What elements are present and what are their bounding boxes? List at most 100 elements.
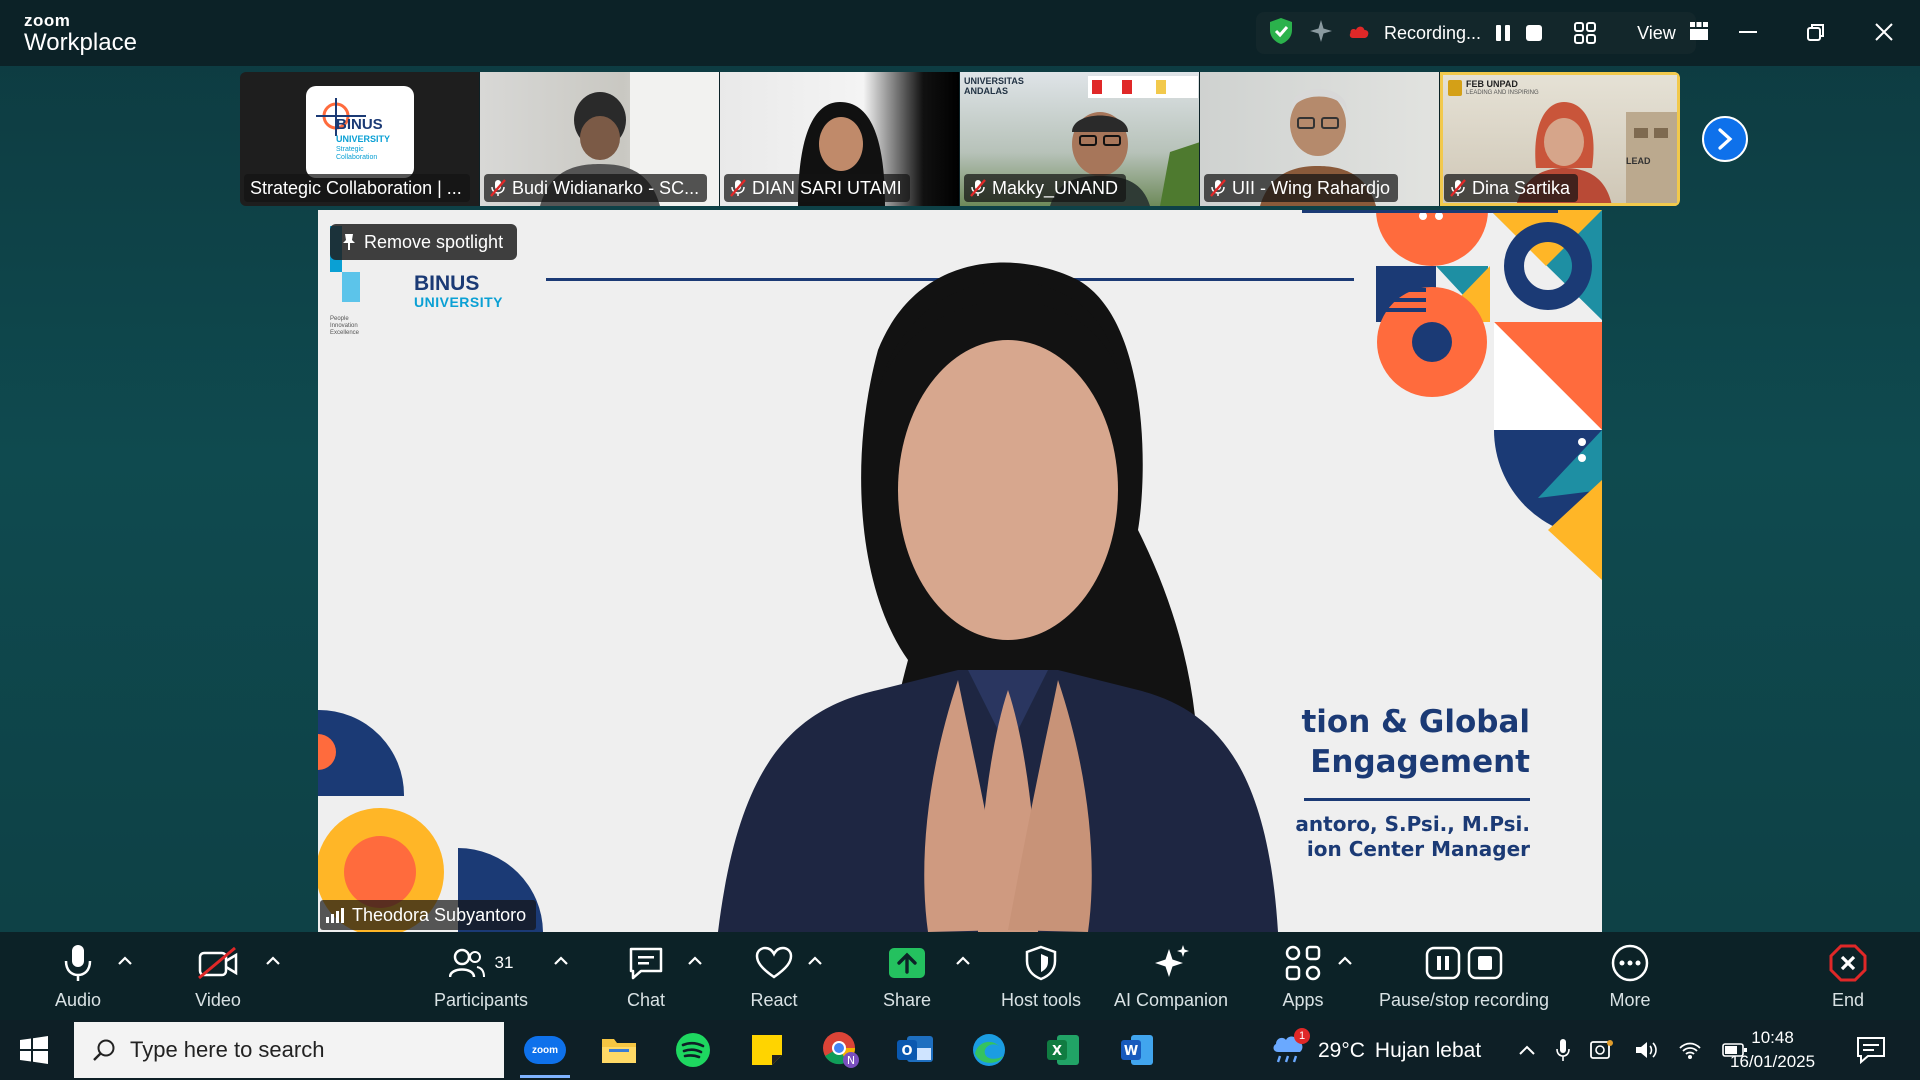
- taskbar-search-box[interactable]: Type here to search: [74, 1022, 504, 1078]
- windows-start-button[interactable]: [20, 1036, 48, 1069]
- video-button[interactable]: Video: [148, 940, 288, 1011]
- lead-sign: LEAD: [1626, 156, 1651, 166]
- heart-icon: [755, 946, 793, 979]
- pin-icon: [343, 234, 355, 250]
- tagline-line: Excellence: [330, 330, 360, 336]
- restore-button[interactable]: [1794, 12, 1838, 52]
- ai-companion-button[interactable]: AI Companion: [1101, 940, 1241, 1011]
- participant-thumbnail[interactable]: Budi Widianarko - SC...: [480, 72, 720, 206]
- cloud-recording-icon: [1348, 23, 1370, 44]
- taskbar-zoom-app[interactable]: zoom: [516, 1026, 574, 1078]
- meet-now-icon[interactable]: [1590, 1039, 1614, 1061]
- participant-thumbnail[interactable]: DIAN SARI UTAMI: [720, 72, 960, 206]
- end-label: End: [1831, 990, 1865, 1010]
- stop-recording-button[interactable]: [1525, 20, 1543, 46]
- taskbar-spotify[interactable]: [664, 1026, 722, 1074]
- excel-icon: X: [1047, 1035, 1079, 1065]
- chat-button[interactable]: Chat: [576, 940, 716, 1011]
- taskbar-outlook[interactable]: O: [886, 1026, 944, 1074]
- spotlight-video[interactable]: BINUS UNIVERSITY People Innovation Excel…: [318, 210, 1602, 932]
- taskbar-excel[interactable]: X: [1034, 1026, 1092, 1074]
- pause-recording-button[interactable]: [1495, 20, 1511, 46]
- edge-icon: [973, 1034, 1005, 1066]
- svg-text:N: N: [847, 1054, 855, 1067]
- apps-options-caret-icon[interactable]: [1336, 954, 1354, 968]
- folder-icon: [602, 1039, 636, 1063]
- share-screen-icon: [889, 948, 925, 978]
- more-label: More: [1609, 990, 1651, 1010]
- next-page-button[interactable]: [1702, 116, 1748, 162]
- host-tools-button[interactable]: Host tools: [971, 940, 1111, 1011]
- notification-center-button[interactable]: [1856, 1036, 1886, 1069]
- chat-icon: [629, 947, 663, 980]
- gallery-grid-icon[interactable]: [1573, 20, 1597, 46]
- react-label: React: [750, 990, 798, 1010]
- participant-thumbnail[interactable]: UII - Wing Rahardjo: [1200, 72, 1440, 206]
- share-options-caret-icon[interactable]: [954, 954, 972, 968]
- react-button[interactable]: React: [704, 940, 844, 1011]
- view-menu-button[interactable]: View: [1637, 23, 1676, 44]
- close-button[interactable]: [1862, 12, 1906, 52]
- slide-logo-university: UNIVERSITY: [414, 294, 504, 310]
- volume-icon[interactable]: [1634, 1039, 1658, 1061]
- participants-icon: [448, 948, 485, 978]
- participant-thumbnail[interactable]: FEB UNPAD LEADING AND INSPIRING LEAD Din…: [1440, 72, 1680, 206]
- participant-name: DIAN SARI UTAMI: [752, 177, 902, 198]
- participants-options-caret-icon[interactable]: [552, 954, 570, 968]
- chat-options-caret-icon[interactable]: [686, 954, 704, 968]
- taskbar-chrome[interactable]: N: [812, 1026, 870, 1074]
- ai-sparkle-icon[interactable]: [1308, 18, 1334, 49]
- end-call-icon: [1829, 944, 1867, 982]
- weather-widget[interactable]: 1 29°C Hujan lebat: [1270, 1028, 1481, 1070]
- remove-spotlight-button[interactable]: Remove spotlight: [330, 224, 518, 260]
- system-tray: [1518, 1038, 1748, 1062]
- search-icon: [93, 1039, 115, 1061]
- chevron-up-icon[interactable]: [1518, 1044, 1536, 1056]
- participant-thumbnail[interactable]: BINUS UNIVERSITY Strategic Collaboration…: [240, 72, 480, 206]
- host-shield-icon: [1025, 945, 1057, 981]
- chevron-right-icon: [1718, 128, 1733, 150]
- video-off-icon: [198, 946, 238, 980]
- view-grid-icon[interactable]: [1689, 21, 1708, 45]
- more-button[interactable]: More: [1560, 940, 1700, 1011]
- pause-stop-recording-button[interactable]: Pause/stop recording: [1359, 940, 1569, 1011]
- wifi-icon[interactable]: [1678, 1040, 1702, 1060]
- video-label: Video: [195, 990, 241, 1010]
- participant-name: Strategic Collaboration | ...: [250, 177, 462, 198]
- end-meeting-button[interactable]: End: [1778, 940, 1918, 1011]
- slide-logo-tagline: People Innovation Excellence: [330, 316, 359, 337]
- slide-title-divider: [1304, 798, 1530, 801]
- share-button[interactable]: Share: [837, 940, 977, 1011]
- apps-label: Apps: [1282, 990, 1324, 1010]
- sticky-notes-icon: [752, 1035, 782, 1065]
- microphone-tray-icon[interactable]: [1556, 1038, 1570, 1062]
- participants-button[interactable]: 31 Participants: [411, 940, 551, 1011]
- participant-thumbnail[interactable]: UNIVERSITAS ANDALAS Makky_UNAND: [960, 72, 1200, 206]
- participant-name: Budi Widianarko - SC...: [512, 177, 700, 198]
- search-placeholder: Type here to search: [130, 1037, 325, 1062]
- taskbar-file-explorer[interactable]: [590, 1026, 648, 1074]
- encryption-shield-icon[interactable]: [1268, 17, 1294, 50]
- apps-button[interactable]: Apps: [1233, 940, 1373, 1011]
- audio-label: Audio: [54, 990, 102, 1010]
- more-options-icon: [1611, 944, 1649, 982]
- stop-icon: [1467, 946, 1503, 980]
- minimize-button[interactable]: [1726, 12, 1770, 52]
- audio-button[interactable]: Audio: [8, 940, 148, 1011]
- taskbar-sticky-notes[interactable]: [738, 1026, 796, 1074]
- remove-spotlight-label: Remove spotlight: [364, 231, 504, 252]
- react-options-caret-icon[interactable]: [806, 954, 824, 968]
- taskbar-clock[interactable]: 10:48 16/01/2025: [1730, 1026, 1815, 1074]
- participants-label: Participants: [433, 990, 529, 1010]
- taskbar-word[interactable]: W: [1108, 1026, 1166, 1074]
- audio-options-caret-icon[interactable]: [116, 954, 134, 968]
- participant-name: Makky_UNAND: [992, 177, 1119, 198]
- participant-name-tag: DIAN SARI UTAMI: [724, 174, 910, 202]
- muted-mic-icon: [1210, 179, 1226, 197]
- video-options-caret-icon[interactable]: [264, 954, 282, 968]
- feb-unpad-title: FEB UNPAD: [1466, 79, 1518, 89]
- taskbar-edge[interactable]: [960, 1026, 1018, 1074]
- speaker-name: Theodora Subyantoro: [352, 904, 527, 925]
- muted-mic-icon: [490, 179, 506, 197]
- muted-mic-icon: [1450, 179, 1466, 197]
